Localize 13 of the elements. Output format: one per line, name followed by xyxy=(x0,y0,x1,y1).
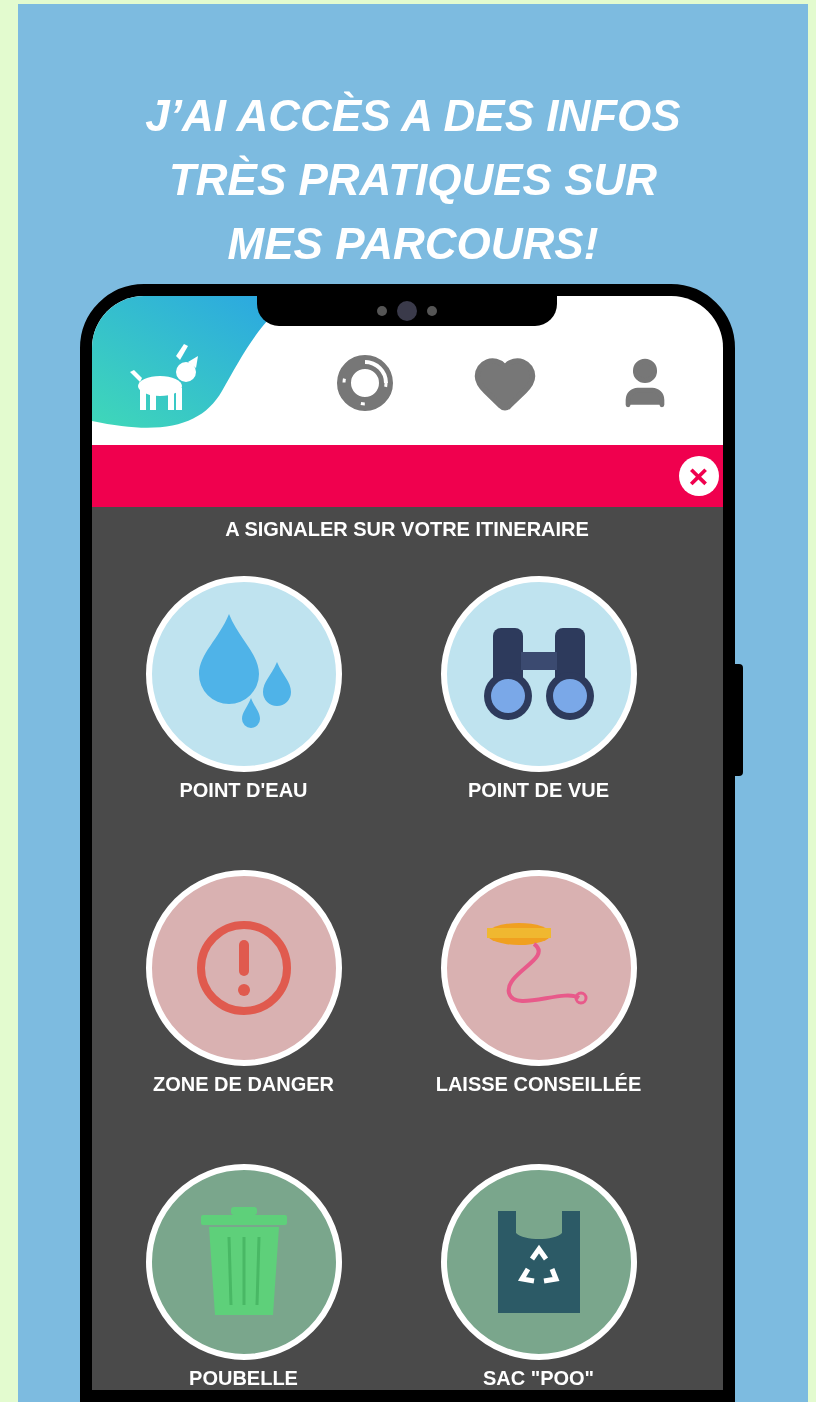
donut-chart-icon[interactable] xyxy=(335,353,394,412)
category-label: SAC "POO" xyxy=(482,1366,595,1390)
category-label: POUBELLE xyxy=(189,1366,298,1390)
category-label: LAISSE CONSEILLÉE xyxy=(435,1072,642,1096)
category-label: ZONE DE DANGER xyxy=(152,1072,335,1096)
headline-text: MES PARCOURS! xyxy=(227,218,599,270)
trash-can-icon xyxy=(198,1207,289,1317)
category-label: POINT DE VUE xyxy=(467,778,610,802)
close-button[interactable]: × xyxy=(678,456,719,496)
section-title: A SIGNALER SUR VOTRE ITINERAIRE xyxy=(224,517,590,542)
category-label: POINT D'EAU xyxy=(179,778,308,802)
headline-text: J’AI ACCÈS A DES INFOS xyxy=(145,90,681,142)
headline-text: TRÈS PRATIQUES SUR xyxy=(168,154,658,206)
